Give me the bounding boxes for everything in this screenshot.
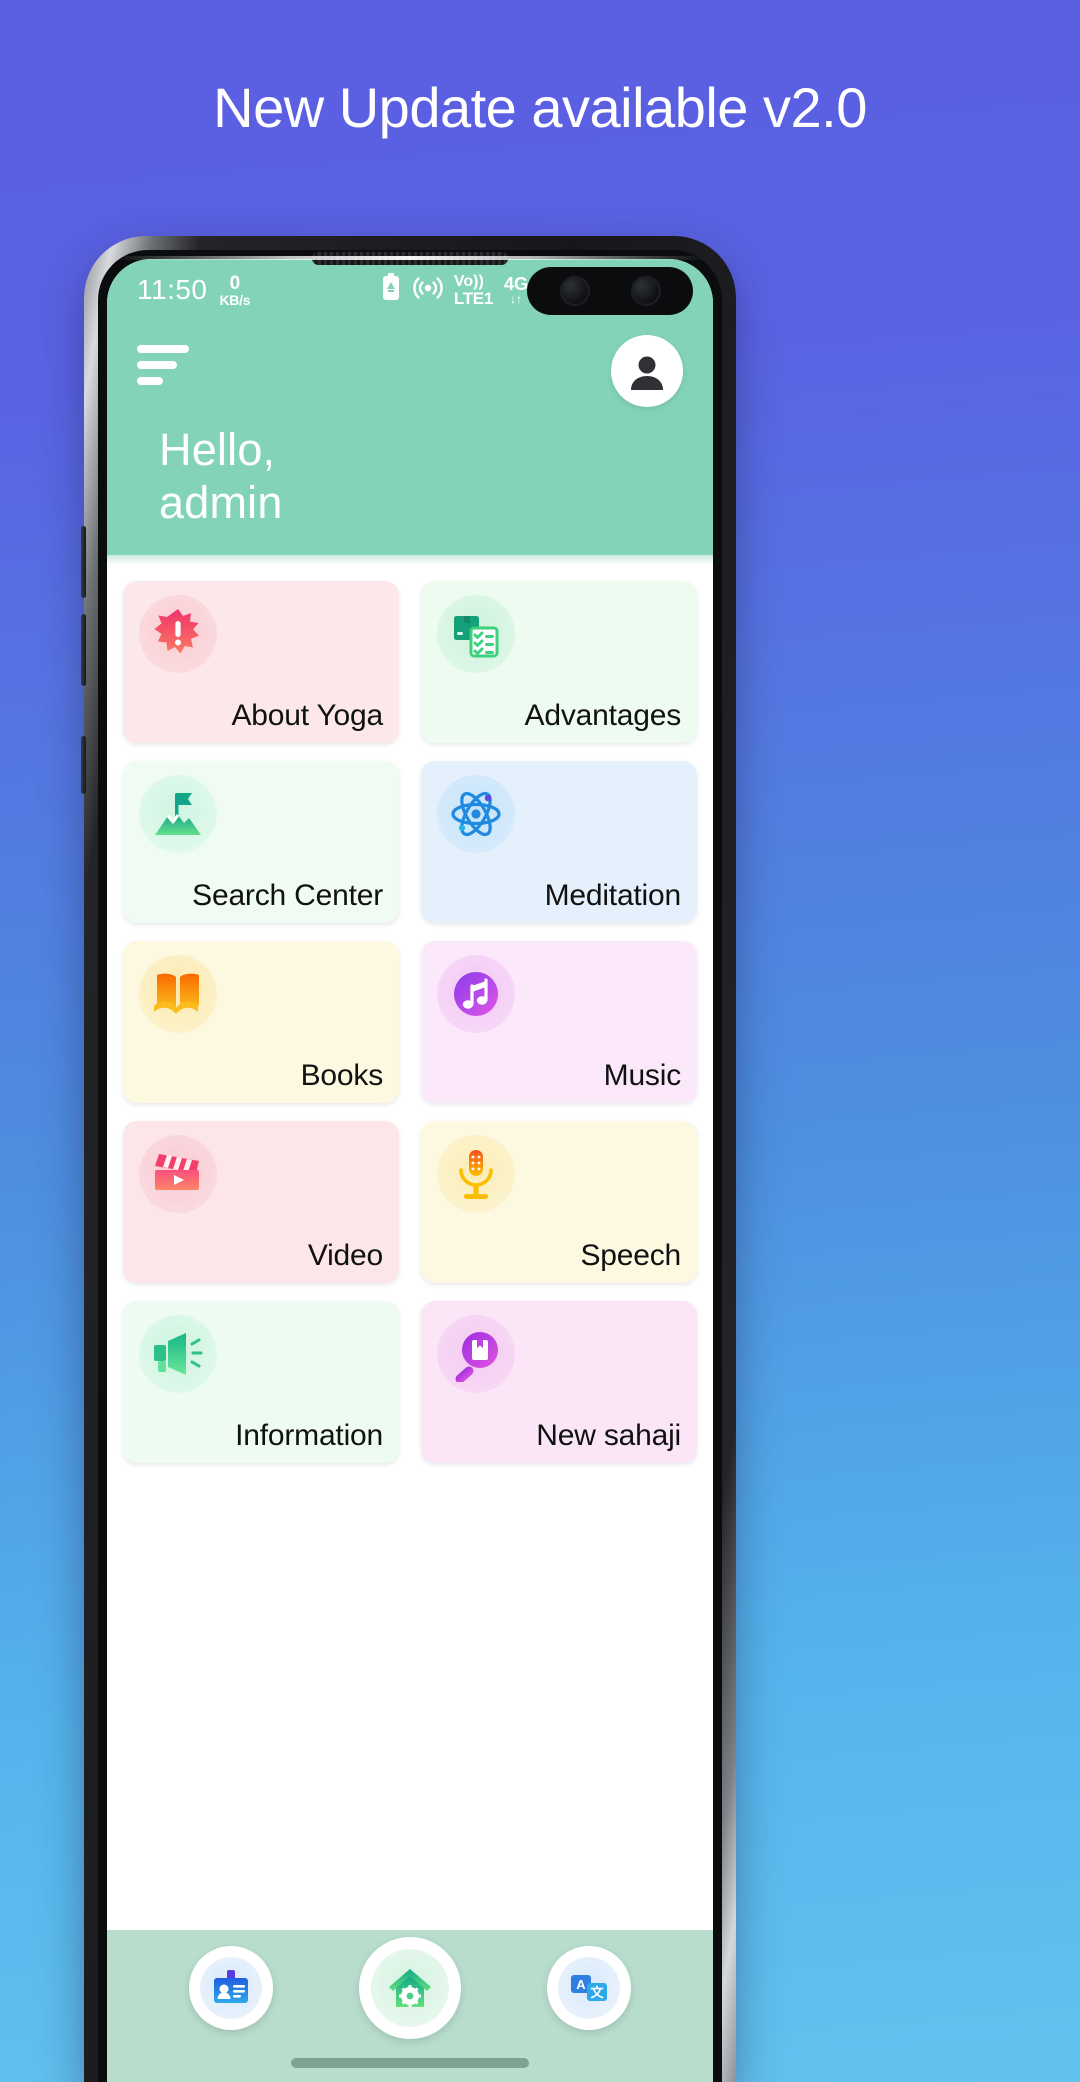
home-indicator[interactable] xyxy=(291,2058,529,2068)
nav-translate-button[interactable]: A文 xyxy=(547,1946,631,2030)
home-settings-icon xyxy=(371,1949,449,2027)
volume-down-button[interactable] xyxy=(81,614,86,686)
volte-icon: Vo)) LTE1 xyxy=(453,272,493,308)
update-banner-text: New Update available v2.0 xyxy=(213,76,867,139)
card-label: Speech xyxy=(580,1239,681,1273)
phone-bezel: 11:50 0 KB/s Vo)) LTE1 4G ↓↑ Hello, admi… xyxy=(98,250,722,2082)
network-speed-value: 0 xyxy=(229,272,241,294)
greeting-block: Hello, admin xyxy=(137,407,683,529)
card-books[interactable]: Books xyxy=(123,941,399,1104)
hamburger-icon[interactable] xyxy=(137,335,191,393)
microphone-icon xyxy=(437,1135,515,1214)
header-divider xyxy=(107,555,713,566)
atom-icon xyxy=(437,775,515,854)
magnifier-book-icon xyxy=(437,1315,515,1394)
card-label: New sahaji xyxy=(536,1419,681,1453)
network-type-label: 4G xyxy=(503,274,528,294)
card-label: Information xyxy=(235,1419,383,1453)
camera-cutout xyxy=(527,267,693,315)
hamburger-bar-3 xyxy=(137,377,163,385)
bottom-navigation-bar: A文 xyxy=(107,1930,713,2082)
card-label: Music xyxy=(603,1059,682,1093)
phone-device-frame: 11:50 0 KB/s Vo)) LTE1 4G ↓↑ Hello, admi… xyxy=(81,236,736,2082)
status-time: 11:50 xyxy=(137,274,208,305)
network-speed-unit: KB/s xyxy=(219,291,251,308)
open-book-icon xyxy=(139,955,217,1034)
nav-profile-button[interactable] xyxy=(189,1946,273,2030)
card-new-sahaji[interactable]: New sahaji xyxy=(421,1301,697,1464)
card-meditation[interactable]: Meditation xyxy=(421,761,697,924)
clapperboard-icon xyxy=(139,1135,217,1214)
volte-line1: Vo)) xyxy=(453,272,484,290)
update-banner: New Update available v2.0 xyxy=(0,0,1080,215)
hamburger-bar-1 xyxy=(137,345,189,353)
starburst-alert-icon xyxy=(139,595,217,674)
front-camera-lens-right xyxy=(630,276,661,306)
card-video[interactable]: Video xyxy=(123,1121,399,1284)
hotspot-icon xyxy=(413,273,443,308)
profile-card-icon xyxy=(200,1957,262,2019)
mountain-flag-icon xyxy=(139,775,217,854)
card-label: Books xyxy=(300,1059,384,1093)
nav-home-button[interactable] xyxy=(359,1937,461,2039)
card-label: About Yoga xyxy=(231,699,383,733)
phone-screen: 11:50 0 KB/s Vo)) LTE1 4G ↓↑ Hello, admi… xyxy=(107,259,713,2082)
power-button[interactable] xyxy=(81,736,86,794)
volte-line2: LTE1 xyxy=(453,288,493,308)
hamburger-bar-2 xyxy=(137,361,177,369)
package-checklist-icon xyxy=(437,595,515,674)
network-type-indicator: 4G ↓↑ xyxy=(504,275,528,305)
megaphone-icon xyxy=(139,1315,217,1394)
card-information[interactable]: Information xyxy=(123,1301,399,1464)
card-label: Video xyxy=(307,1239,383,1273)
card-advantages[interactable]: Advantages xyxy=(421,581,697,744)
eco-battery-icon xyxy=(380,272,402,308)
greeting-line-1: Hello, xyxy=(159,424,276,475)
card-label: Advantages xyxy=(524,699,682,733)
app-header: Hello, admin xyxy=(107,321,713,556)
card-speech[interactable]: Speech xyxy=(421,1121,697,1284)
data-arrows-label: ↓↑ xyxy=(509,292,522,306)
volume-up-button[interactable] xyxy=(81,526,86,598)
card-search-center[interactable]: Search Center xyxy=(123,761,399,924)
svg-text:A: A xyxy=(576,1977,586,1992)
greeting-line-2: admin xyxy=(159,477,283,529)
status-bar: 11:50 0 KB/s Vo)) LTE1 4G ↓↑ xyxy=(107,259,713,321)
front-camera-lens-left xyxy=(559,276,590,306)
music-note-icon xyxy=(437,955,515,1034)
user-avatar-icon[interactable] xyxy=(611,335,683,407)
card-label: Search Center xyxy=(192,879,383,913)
network-speed-indicator: 0 KB/s xyxy=(220,274,251,307)
svg-text:文: 文 xyxy=(590,1985,604,2000)
card-about-yoga[interactable]: About Yoga xyxy=(123,581,399,744)
translate-icon: A文 xyxy=(558,1957,620,2019)
menu-grid: About Yoga Advantages Search Center Medi… xyxy=(107,565,713,1930)
card-music[interactable]: Music xyxy=(421,941,697,1104)
device-top-rim xyxy=(114,256,706,260)
card-label: Meditation xyxy=(544,879,682,913)
